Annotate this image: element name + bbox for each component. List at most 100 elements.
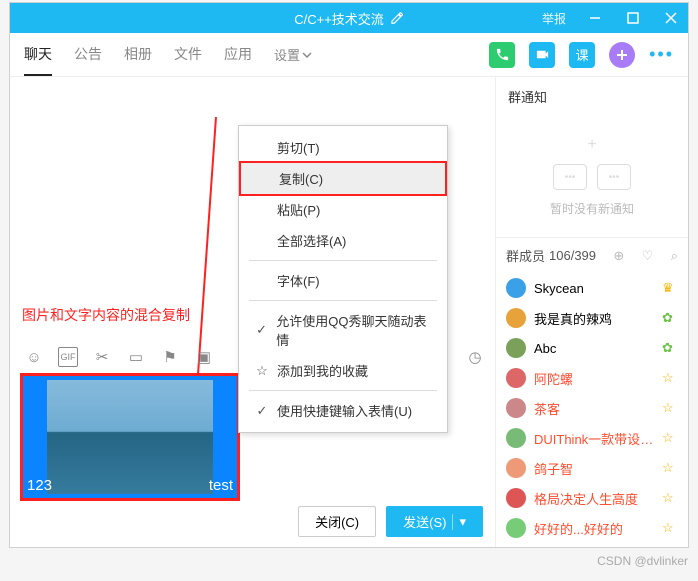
menu-separator (249, 260, 437, 261)
group-icon[interactable]: ⊕ (613, 248, 624, 264)
more-icon[interactable]: ••• (649, 44, 674, 65)
video-icon[interactable] (529, 42, 555, 68)
flag-icon[interactable]: ⚑ (160, 347, 180, 367)
context-menu: 剪切(T) 复制(C) 粘贴(P) 全部选择(A) 字体(F) ✓允许使用QQ秀… (238, 125, 448, 433)
member-row[interactable]: 鸽子智 ☆ (496, 453, 688, 483)
input-toolbar: ☺ GIF ✂ ▭ ⚑ ▣ (24, 347, 214, 367)
maximize-button[interactable] (616, 3, 650, 33)
members-header: 群成员 106/399 ⊕ ♡ ⌕ (496, 238, 688, 273)
member-name: Abc (534, 341, 654, 356)
emoji-icon[interactable]: ☺ (24, 347, 44, 367)
tab-album[interactable]: 相册 (124, 34, 152, 76)
member-row[interactable]: 阿陀螺 ☆ (496, 363, 688, 393)
star-icon: ☆ (662, 400, 678, 416)
avatar (506, 428, 526, 448)
chevron-down-icon (302, 50, 312, 60)
call-icon[interactable] (489, 42, 515, 68)
member-row[interactable]: Skycean ♛ (496, 273, 688, 303)
member-name: 茶客 (534, 399, 654, 418)
menu-shortcut[interactable]: ✓使用快捷键输入表情(U) (239, 395, 447, 426)
check-icon: ✓ (255, 322, 268, 338)
notice-panel: + ••• ••• 暂时没有新通知 (496, 116, 688, 238)
annotation-text: 图片和文字内容的混合复制 (22, 305, 190, 325)
member-name: Skycean (534, 281, 654, 296)
menu-paste[interactable]: 粘贴(P) (239, 194, 447, 225)
admin-icon: ✿ (662, 340, 678, 356)
star-icon: ☆ (662, 430, 678, 446)
member-row[interactable]: DUIThink一款带设计器的UI ☆ (496, 423, 688, 453)
avatar (506, 518, 526, 538)
check-icon: ✓ (255, 403, 269, 419)
star-icon: ☆ (662, 490, 678, 506)
history-icon[interactable]: ◷ (465, 347, 485, 367)
menu-add-fav[interactable]: ☆添加到我的收藏 (239, 355, 447, 386)
selection-text-left: 123 (27, 477, 52, 494)
scissors-icon[interactable]: ✂ (92, 347, 112, 367)
avatar (506, 278, 526, 298)
send-button[interactable]: 发送(S)▾ (386, 506, 483, 537)
tab-settings[interactable]: 设置 (274, 34, 312, 76)
member-name: 格局决定人生高度 (534, 489, 654, 508)
folder-icon[interactable]: ▭ (126, 347, 146, 367)
avatar (506, 398, 526, 418)
selection-text-right: test (209, 477, 233, 494)
minimize-button[interactable] (578, 3, 612, 33)
toolbar: 聊天 公告 相册 文件 应用 设置 课 ••• (10, 33, 688, 77)
titlebar: C/C++技术交流 举报 (10, 3, 688, 33)
members-count: 106/399 (549, 248, 596, 263)
tab-chat[interactable]: 聊天 (24, 34, 52, 76)
member-row[interactable]: Abc ✿ (496, 333, 688, 363)
menu-font[interactable]: 字体(F) (239, 265, 447, 296)
star-icon: ☆ (255, 363, 269, 379)
member-name: 好好的...好好的 (534, 519, 654, 538)
image-icon[interactable]: ▣ (194, 347, 214, 367)
tab-files[interactable]: 文件 (174, 34, 202, 76)
avatar (506, 458, 526, 478)
member-row[interactable]: 格局决定人生高度 ☆ (496, 483, 688, 513)
close-button[interactable]: 关闭(C) (298, 506, 376, 537)
window-title: C/C++技术交流 (294, 9, 404, 28)
search-icon[interactable]: ⌕ (671, 248, 678, 264)
gif-icon[interactable]: GIF (58, 347, 78, 367)
chat-main: 图片和文字内容的混合复制 剪切(T) 复制(C) 粘贴(P) 全部选择(A) 字… (10, 77, 496, 547)
sidebar: 群通知 + ••• ••• 暂时没有新通知 群成员 106/399 ⊕ ♡ ⌕ … (496, 77, 688, 547)
chevron-down-icon[interactable]: ▾ (452, 514, 466, 530)
notice-placeholder-icon: ••• (553, 164, 587, 190)
add-icon[interactable] (609, 42, 635, 68)
member-row[interactable]: 我是真的辣鸡 ✿ (496, 303, 688, 333)
menu-copy[interactable]: 复制(C) (239, 161, 447, 196)
member-name: DUIThink一款带设计器的UI (534, 429, 654, 448)
edit-icon[interactable] (390, 11, 404, 25)
avatar (506, 338, 526, 358)
owner-icon: ♛ (662, 280, 678, 296)
contact-icon[interactable]: ♡ (642, 248, 654, 264)
star-icon: ☆ (662, 460, 678, 476)
menu-separator (249, 300, 437, 301)
member-name: 鸽子智 (534, 459, 654, 478)
member-name: 阿陀螺 (534, 369, 654, 388)
notice-empty-text: 暂时没有新通知 (496, 200, 688, 217)
message-input[interactable]: 123 test (20, 373, 240, 501)
notice-title: 群通知 (496, 77, 688, 116)
avatar (506, 368, 526, 388)
tab-apps[interactable]: 应用 (224, 34, 252, 76)
member-row[interactable]: 茶客 ☆ (496, 393, 688, 423)
menu-select-all[interactable]: 全部选择(A) (239, 225, 447, 256)
menu-cut[interactable]: 剪切(T) (239, 132, 447, 163)
admin-icon: ✿ (662, 310, 678, 326)
report-link[interactable]: 举报 (534, 10, 574, 27)
tab-notice[interactable]: 公告 (74, 34, 102, 76)
star-icon: ☆ (662, 370, 678, 386)
title-text: C/C++技术交流 (294, 9, 384, 28)
menu-allow-qq[interactable]: ✓允许使用QQ秀聊天随动表情 (239, 305, 447, 355)
star-icon: ☆ (662, 520, 678, 536)
course-icon[interactable]: 课 (569, 42, 595, 68)
members-list: Skycean♛我是真的辣鸡✿Abc✿阿陀螺☆茶客☆DUIThink一款带设计器… (496, 273, 688, 547)
member-name: 我是真的辣鸡 (534, 309, 654, 328)
member-row[interactable]: 好好的...好好的 ☆ (496, 513, 688, 543)
pasted-image (47, 380, 213, 494)
close-button[interactable] (654, 3, 688, 33)
avatar (506, 308, 526, 328)
avatar (506, 488, 526, 508)
app-window: C/C++技术交流 举报 聊天 公告 相册 文件 应用 设置 课 ••• (9, 2, 689, 548)
